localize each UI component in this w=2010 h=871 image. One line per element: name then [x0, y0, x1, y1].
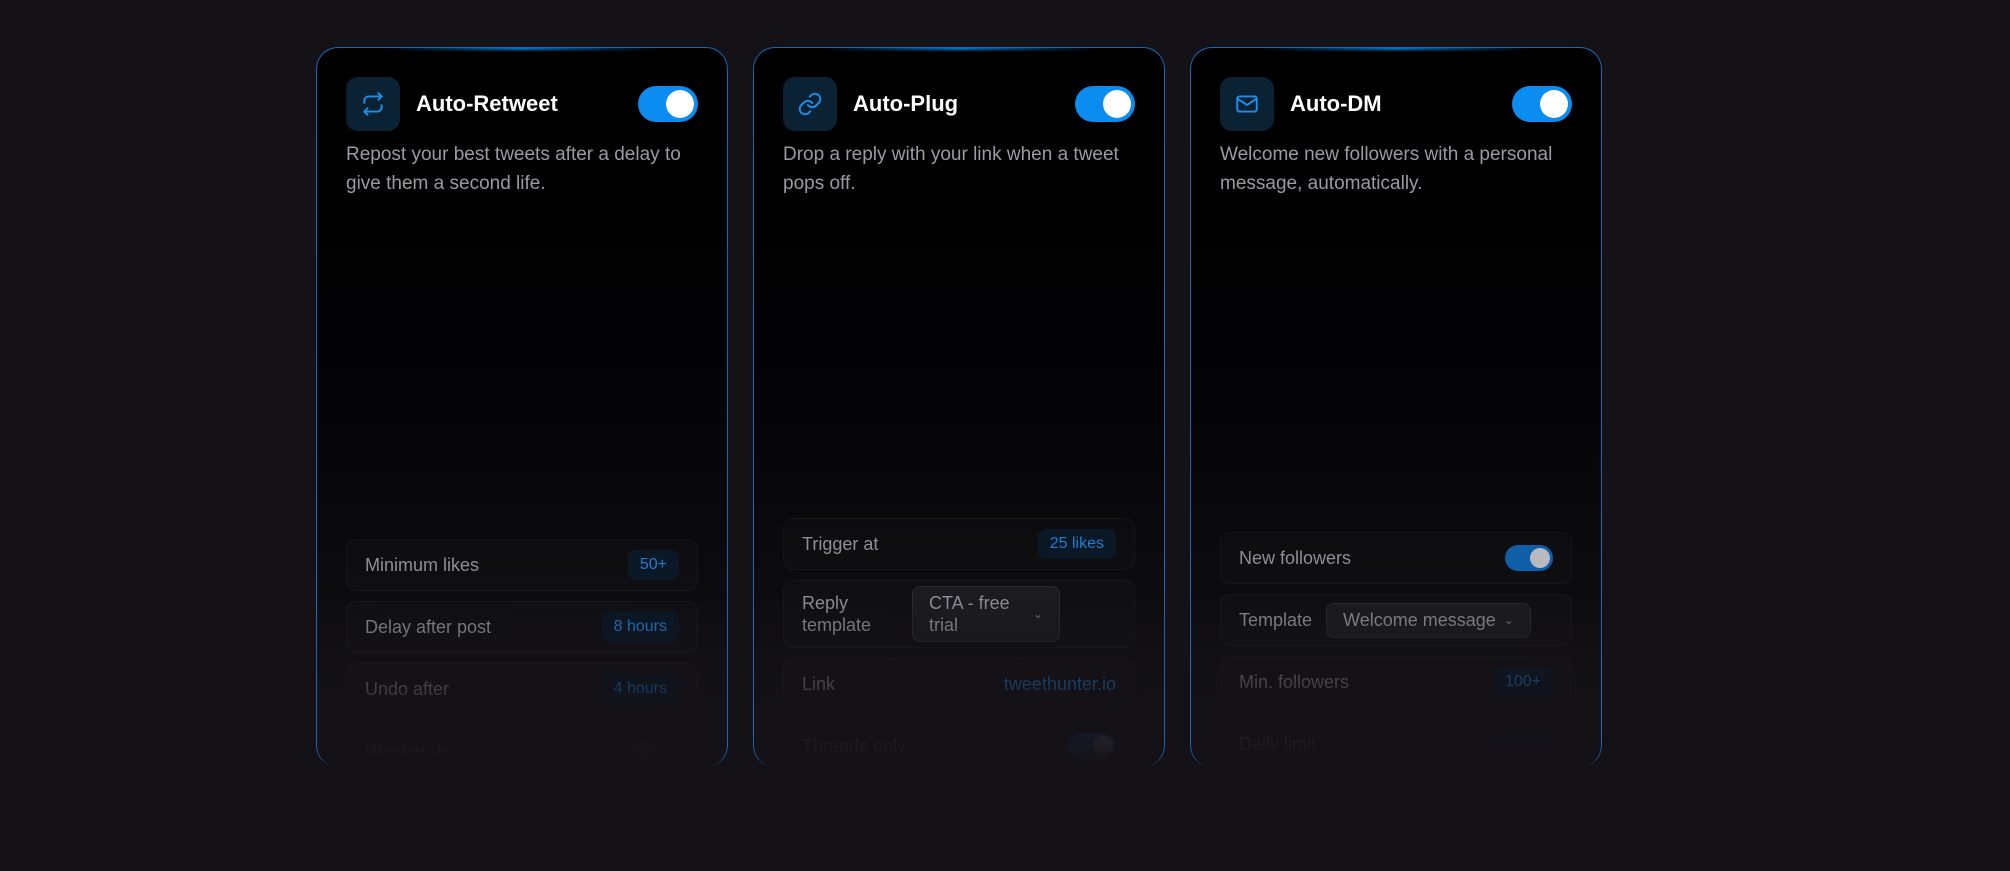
setting-value-badge[interactable]: 8 hours — [601, 612, 679, 642]
setting-label: Template — [1239, 609, 1313, 630]
card-title: Auto-Plug — [853, 91, 959, 116]
card-header: Auto-Retweet — [346, 77, 698, 131]
setting-label: Reply template — [802, 593, 872, 635]
select-value: CTA - free trial — [929, 593, 1010, 635]
setting-row-daily-limit[interactable]: Daily limit — [1220, 718, 1572, 767]
toggle-knob — [666, 90, 694, 118]
setting-label: Daily limit — [1239, 733, 1317, 754]
card-description: Drop a reply with your link when a tweet… — [783, 144, 1119, 194]
toggle-knob — [634, 741, 654, 761]
toggle-knob — [1093, 736, 1113, 756]
settings-list: Minimum likes 50+ Delay after post 8 hou… — [346, 539, 698, 767]
setting-value-badge[interactable]: 25 likes — [1037, 529, 1116, 559]
setting-row-weekends[interactable]: Weekends — [346, 725, 698, 767]
auto-plug-card: Auto-Plug Drop a reply with your link wh… — [753, 47, 1165, 767]
enable-toggle[interactable] — [1075, 86, 1135, 122]
setting-label: Undo after — [365, 678, 450, 699]
weekends-toggle[interactable] — [631, 738, 679, 764]
setting-row-delay[interactable]: Delay after post 8 hours — [346, 601, 698, 653]
toggle-knob — [1103, 90, 1131, 118]
setting-row-threads-only[interactable]: Threads only — [783, 720, 1135, 767]
setting-row-trigger[interactable]: Trigger at 25 likes — [783, 518, 1135, 570]
setting-label: Delay after post — [365, 616, 492, 637]
repeat-icon — [346, 77, 400, 131]
setting-row-min-followers[interactable]: Min. followers 100+ — [1220, 656, 1572, 708]
card-header: Auto-Plug — [783, 77, 1135, 131]
card-header: Auto-DM — [1220, 77, 1572, 131]
setting-value-badge[interactable]: 4 hours — [601, 674, 679, 704]
setting-label: Link — [802, 673, 836, 694]
setting-label: Minimum likes — [365, 554, 480, 575]
select-value: Welcome message — [1343, 609, 1496, 630]
link-icon — [783, 77, 837, 131]
card-description: Welcome new followers with a personal me… — [1220, 144, 1553, 194]
setting-row-undo[interactable]: Undo after 4 hours — [346, 663, 698, 715]
setting-row-reply-template[interactable]: Reply template CTA - free trial ⌄ — [783, 580, 1135, 648]
template-select[interactable]: CTA - free trial ⌄ — [912, 586, 1060, 642]
auto-retweet-card: Auto-Retweet Repost your best tweets aft… — [316, 47, 728, 767]
threads-toggle[interactable] — [1068, 733, 1116, 759]
mail-icon — [1220, 77, 1274, 131]
setting-value-badge[interactable]: 50+ — [627, 550, 679, 580]
toggle-knob — [1530, 548, 1550, 568]
setting-label: Trigger at — [802, 533, 879, 554]
automation-cards: Auto-Retweet Repost your best tweets aft… — [316, 47, 1602, 767]
setting-value-badge[interactable]: 100+ — [1492, 667, 1553, 697]
chevron-down-icon: ⌄ — [1032, 607, 1043, 621]
settings-list: New followers Template Welcome message ⌄… — [1220, 532, 1572, 767]
setting-label: Min. followers — [1239, 671, 1350, 692]
enable-toggle[interactable] — [1512, 86, 1572, 122]
setting-row-new-followers[interactable]: New followers — [1220, 532, 1572, 584]
toggle-knob — [1540, 90, 1568, 118]
setting-row-min-likes[interactable]: Minimum likes 50+ — [346, 539, 698, 591]
setting-label: Threads only — [802, 735, 907, 756]
link-value[interactable]: tweethunter.io — [1004, 674, 1116, 695]
new-followers-toggle[interactable] — [1505, 545, 1553, 571]
setting-label: Weekends — [365, 740, 450, 761]
chevron-down-icon: ⌄ — [1503, 613, 1514, 627]
setting-label: New followers — [1239, 547, 1352, 568]
setting-row-template[interactable]: Template Welcome message ⌄ — [1220, 594, 1572, 646]
card-title: Auto-DM — [1290, 91, 1382, 116]
setting-value-badge[interactable] — [1489, 730, 1553, 758]
card-description: Repost your best tweets after a delay to… — [346, 144, 681, 194]
setting-row-link[interactable]: Link tweethunter.io — [783, 658, 1135, 710]
enable-toggle[interactable] — [638, 86, 698, 122]
settings-list: Trigger at 25 likes Reply template CTA -… — [783, 518, 1135, 767]
card-title: Auto-Retweet — [416, 91, 558, 116]
auto-dm-card: Auto-DM Welcome new followers with a per… — [1190, 47, 1602, 767]
template-select[interactable]: Welcome message ⌄ — [1326, 602, 1531, 638]
